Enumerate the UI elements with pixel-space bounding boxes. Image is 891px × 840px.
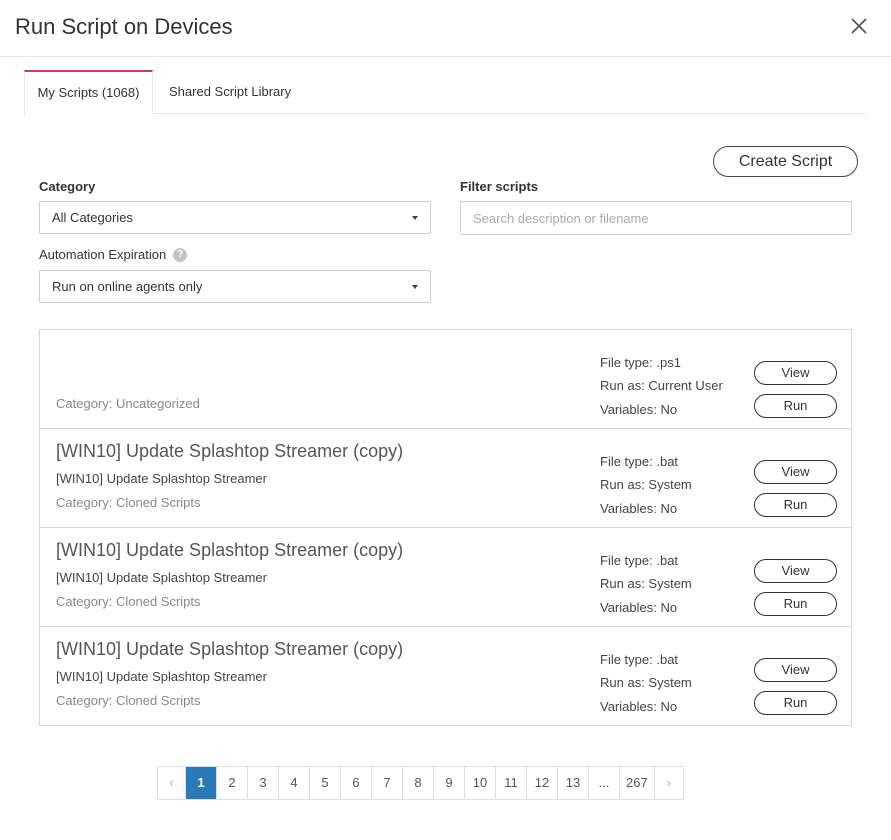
script-run-as: Run as: System — [600, 675, 692, 690]
script-run-as: Run as: System — [600, 576, 692, 591]
script-file-type: File type: .bat — [600, 454, 679, 469]
script-run-as: Run as: System — [600, 477, 692, 492]
script-description: [WIN10] Update Splashtop Streamer — [56, 570, 267, 585]
page-button-7[interactable]: 7 — [372, 767, 403, 799]
filter-scripts-label: Filter scripts — [460, 179, 539, 194]
view-script-button[interactable]: View — [754, 658, 837, 682]
script-file-type: File type: .bat — [600, 553, 679, 568]
pagination-next[interactable]: › — [654, 767, 683, 799]
script-description: [WIN10] Update Splashtop Streamer — [56, 669, 267, 684]
page-button-11[interactable]: 11 — [496, 767, 527, 799]
script-title: [WIN10] Update Splashtop Streamer (copy) — [56, 540, 404, 560]
script-run-as: Run as: Current User — [600, 378, 723, 393]
run-script-button[interactable]: Run — [754, 493, 837, 517]
page-button-10[interactable]: 10 — [465, 767, 496, 799]
view-script-button[interactable]: View — [754, 460, 837, 484]
view-script-button[interactable]: View — [754, 361, 837, 385]
run-script-button[interactable]: Run — [754, 691, 837, 715]
page-button-2[interactable]: 2 — [217, 767, 248, 799]
script-file-type: File type: .ps1 — [600, 355, 681, 370]
script-description: [WIN10] Update Splashtop Streamer — [56, 471, 267, 486]
dialog-header: Run Script on Devices — [0, 0, 891, 57]
category-select-value: All Categories — [52, 210, 133, 225]
script-variables: Variables: No — [600, 501, 678, 516]
script-category: Category: Cloned Scripts — [56, 594, 201, 609]
page-button-4[interactable]: 4 — [279, 767, 310, 799]
page-button-8[interactable]: 8 — [403, 767, 434, 799]
script-variables: Variables: No — [600, 699, 678, 714]
dialog-title: Run Script on Devices — [15, 14, 233, 39]
view-script-button[interactable]: View — [754, 559, 837, 583]
close-icon[interactable] — [847, 14, 871, 38]
page-button-6[interactable]: 6 — [341, 767, 372, 799]
script-row: [WIN10] Update Splashtop Streamer (copy)… — [40, 429, 851, 528]
page-ellipsis: ... — [589, 767, 620, 799]
page-button-1[interactable]: 1 — [186, 767, 217, 799]
script-row: Category: Uncategorized File type: .ps1 … — [40, 330, 851, 429]
script-category: Category: Cloned Scripts — [56, 693, 201, 708]
category-select[interactable]: All Categories — [39, 201, 431, 234]
pagination: ‹ 1 2 3 4 5 6 7 8 9 10 11 12 13 ... 267 … — [157, 766, 684, 800]
run-script-button[interactable]: Run — [754, 592, 837, 616]
script-file-type: File type: .bat — [600, 652, 679, 667]
category-label: Category — [39, 179, 96, 194]
script-tabs: My Scripts (1068) Shared Script Library — [24, 70, 867, 115]
help-icon[interactable]: ? — [173, 248, 187, 262]
automation-expiration-value: Run on online agents only — [52, 279, 203, 294]
page-button-13[interactable]: 13 — [558, 767, 589, 799]
page-button-3[interactable]: 3 — [248, 767, 279, 799]
script-title: [WIN10] Update Splashtop Streamer (copy) — [56, 639, 404, 659]
script-list: Category: Uncategorized File type: .ps1 … — [39, 329, 852, 726]
tab-my-scripts[interactable]: My Scripts (1068) — [24, 70, 153, 115]
automation-expiration-label: Automation Expiration — [39, 247, 167, 262]
script-title: [WIN10] Update Splashtop Streamer (copy) — [56, 441, 404, 461]
script-category: Category: Uncategorized — [56, 396, 200, 411]
filter-scripts-input[interactable] — [460, 201, 852, 235]
automation-expiration-select[interactable]: Run on online agents only — [39, 270, 431, 303]
caret-down-icon — [412, 285, 418, 289]
tab-shared-script-library[interactable]: Shared Script Library — [169, 70, 291, 114]
run-script-button[interactable]: Run — [754, 394, 837, 418]
script-row: [WIN10] Update Splashtop Streamer (copy)… — [40, 528, 851, 627]
script-variables: Variables: No — [600, 600, 678, 615]
script-variables: Variables: No — [600, 402, 678, 417]
page-button-12[interactable]: 12 — [527, 767, 558, 799]
page-button-267[interactable]: 267 — [620, 767, 655, 799]
pagination-prev[interactable]: ‹ — [158, 767, 186, 799]
page-button-5[interactable]: 5 — [310, 767, 341, 799]
create-script-button[interactable]: Create Script — [713, 146, 858, 177]
caret-down-icon — [412, 216, 418, 220]
page-button-9[interactable]: 9 — [434, 767, 465, 799]
script-row: [WIN10] Update Splashtop Streamer (copy)… — [40, 627, 851, 726]
script-category: Category: Cloned Scripts — [56, 495, 201, 510]
